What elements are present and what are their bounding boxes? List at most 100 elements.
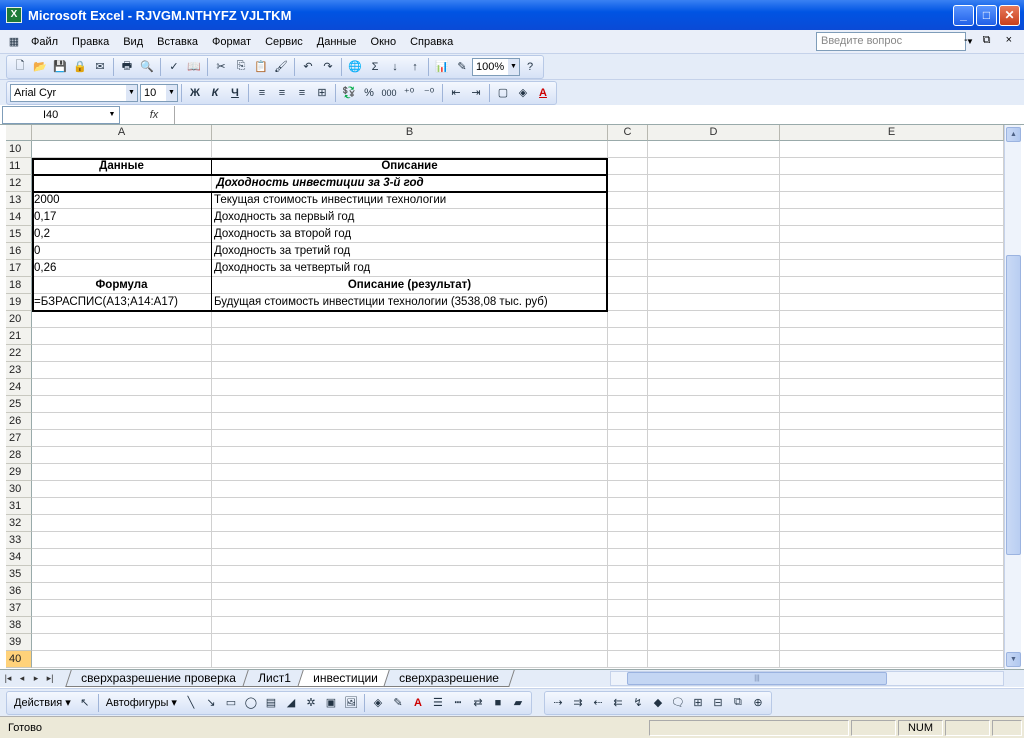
cell[interactable] [608, 396, 648, 413]
row-header-17[interactable]: 17 [6, 260, 32, 277]
tab-sverhrazreshenie[interactable]: сверхразрешение [383, 670, 515, 687]
row-header-25[interactable]: 25 [6, 396, 32, 413]
cell[interactable] [608, 566, 648, 583]
insert-function-icon[interactable]: fx [134, 109, 174, 121]
cell[interactable] [32, 549, 212, 566]
currency-icon[interactable]: 💱 [340, 84, 358, 102]
cell[interactable] [648, 464, 780, 481]
cell[interactable] [608, 532, 648, 549]
row-header-15[interactable]: 15 [6, 226, 32, 243]
cell[interactable] [212, 379, 608, 396]
increase-decimal-icon[interactable]: ⁺⁰ [400, 84, 418, 102]
cell[interactable] [648, 481, 780, 498]
line-icon[interactable]: ╲ [182, 694, 200, 712]
cell[interactable] [648, 583, 780, 600]
menu-insert[interactable]: Вставка [150, 36, 205, 48]
watch-window-icon[interactable]: ⧉ [729, 694, 747, 712]
row-header-19[interactable]: 19 [6, 294, 32, 311]
menu-format[interactable]: Формат [205, 36, 258, 48]
row-header-34[interactable]: 34 [6, 549, 32, 566]
dash-style-icon[interactable]: ┅ [449, 694, 467, 712]
cell[interactable] [780, 464, 1004, 481]
minimize-button[interactable]: _ [953, 5, 974, 26]
scroll-up-icon[interactable]: ▲ [1006, 127, 1021, 142]
cell[interactable] [780, 396, 1004, 413]
cell-b11[interactable]: Описание [212, 158, 608, 175]
cell[interactable] [648, 379, 780, 396]
cell[interactable] [780, 260, 1004, 277]
row-header-16[interactable]: 16 [6, 243, 32, 260]
permission-icon[interactable]: 🔒 [71, 58, 89, 76]
underline-button[interactable]: Ч [226, 84, 244, 102]
cell[interactable] [780, 209, 1004, 226]
picture-icon[interactable]: 🖼 [342, 694, 360, 712]
cell[interactable] [212, 413, 608, 430]
cell[interactable] [780, 379, 1004, 396]
font-name-select[interactable]: Arial Cyr ▼ [10, 83, 138, 102]
cell-b17[interactable]: Доходность за четвертый год [212, 260, 608, 277]
cell[interactable] [648, 362, 780, 379]
autosum-icon[interactable]: Σ [366, 58, 384, 76]
font-size-select[interactable]: 10 ▼ [140, 83, 178, 102]
chart-wizard-icon[interactable]: 📊 [433, 58, 451, 76]
menu-view[interactable]: Вид [116, 36, 150, 48]
row-header-21[interactable]: 21 [6, 328, 32, 345]
print-icon[interactable]: 🖶 [118, 58, 136, 76]
cell[interactable] [608, 430, 648, 447]
cell[interactable] [780, 481, 1004, 498]
menu-help[interactable]: Справка [403, 36, 460, 48]
paste-icon[interactable]: 📋 [252, 58, 270, 76]
diagram-icon[interactable]: ✲ [302, 694, 320, 712]
cell[interactable] [648, 447, 780, 464]
document-icon[interactable]: ▦ [5, 33, 23, 51]
cell[interactable] [648, 430, 780, 447]
cell[interactable] [608, 277, 648, 294]
scroll-down-icon[interactable]: ▼ [1006, 652, 1021, 667]
cell[interactable] [648, 549, 780, 566]
row-header-23[interactable]: 23 [6, 362, 32, 379]
line-style-icon[interactable]: ☰ [429, 694, 447, 712]
select-objects-icon[interactable]: ↖ [76, 694, 94, 712]
cell[interactable] [780, 583, 1004, 600]
cell[interactable] [780, 192, 1004, 209]
cell[interactable] [212, 634, 608, 651]
cell[interactable] [648, 413, 780, 430]
cell[interactable] [608, 498, 648, 515]
trace-dependents-icon[interactable]: ⇠ [589, 694, 607, 712]
cell[interactable] [212, 141, 608, 158]
bold-button[interactable]: Ж [186, 84, 204, 102]
cell[interactable] [780, 243, 1004, 260]
cell[interactable] [32, 430, 212, 447]
new-icon[interactable]: 🗋 [11, 58, 29, 76]
row-header-14[interactable]: 14 [6, 209, 32, 226]
cell[interactable] [608, 379, 648, 396]
next-sheet-icon[interactable]: ▸ [30, 673, 42, 684]
cell-b15[interactable]: Доходность за второй год [212, 226, 608, 243]
cell[interactable] [32, 447, 212, 464]
cell[interactable] [648, 617, 780, 634]
scroll-thumb[interactable] [1006, 255, 1021, 555]
sort-descending-icon[interactable]: ↑ [406, 58, 424, 76]
cell[interactable] [780, 498, 1004, 515]
evaluate-formula-icon[interactable]: ⊕ [749, 694, 767, 712]
cell[interactable] [780, 447, 1004, 464]
cell[interactable] [608, 515, 648, 532]
cell[interactable] [780, 311, 1004, 328]
column-header-d[interactable]: D [648, 125, 780, 141]
decrease-indent-icon[interactable]: ⇤ [447, 84, 465, 102]
trace-error-icon[interactable]: ◆ [649, 694, 667, 712]
line-color-icon[interactable]: ✎ [389, 694, 407, 712]
cell[interactable] [780, 277, 1004, 294]
cell[interactable] [32, 328, 212, 345]
cell[interactable] [608, 226, 648, 243]
align-center-icon[interactable]: ≡ [273, 84, 291, 102]
3d-icon[interactable]: ▰ [509, 694, 527, 712]
cell[interactable] [32, 600, 212, 617]
cell[interactable] [32, 396, 212, 413]
close-button[interactable]: ✕ [999, 5, 1020, 26]
cell[interactable] [32, 141, 212, 158]
save-icon[interactable]: 💾 [51, 58, 69, 76]
cell[interactable] [608, 311, 648, 328]
row-header-10[interactable]: 10 [6, 141, 32, 158]
row-header-30[interactable]: 30 [6, 481, 32, 498]
